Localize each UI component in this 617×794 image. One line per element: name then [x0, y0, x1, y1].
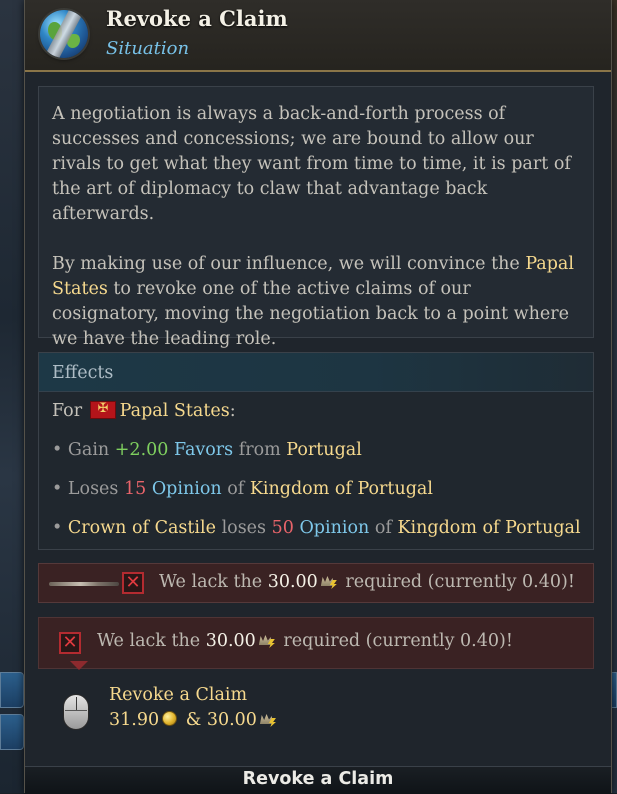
requirement-text: We lack the 30.00 required (currently 0.… [97, 631, 513, 651]
situation-tooltip-panel: Revoke a Claim Situation A negotiation i… [24, 0, 612, 794]
action-cost: 31.90 & 30.00 [109, 710, 279, 730]
panel-title: Revoke a Claim [106, 6, 288, 31]
globe-icon [40, 10, 88, 58]
country-link[interactable]: Portugal [286, 440, 362, 460]
description-paragraph: By making use of our influence, we will … [52, 254, 574, 349]
panel-header: Revoke a Claim Situation [25, 0, 611, 72]
background-side-button[interactable] [0, 672, 24, 708]
effects-header: Effects [39, 353, 593, 392]
effect-line: • Loses 15 Opinion of Kingdom of Portuga… [52, 479, 433, 499]
country-link[interactable]: Kingdom of Portugal [250, 479, 433, 499]
gold-coin-icon [162, 711, 178, 726]
action-button[interactable]: Revoke a Claim [25, 766, 611, 794]
background-side-button[interactable] [0, 714, 24, 750]
action-button-label: Revoke a Claim [242, 769, 394, 789]
warning-pointer-icon [70, 661, 88, 670]
failed-requirement-icon: ✕ [59, 632, 81, 654]
effect-line: • Crown of Castile loses 50 Opinion of K… [52, 518, 581, 538]
effect-line: • Gain +2.00 Favors from Portugal [52, 440, 362, 460]
panel-subtitle: Situation [106, 38, 190, 59]
failed-requirement-icon: ✕ [122, 572, 144, 594]
requirement-row: ✕ We lack the 30.00 required (currently … [38, 617, 594, 670]
left-click-mouse-icon [63, 694, 89, 730]
country-link[interactable]: Crown of Castile [68, 518, 216, 538]
country-link[interactable]: Papal States [120, 401, 230, 421]
country-link[interactable]: Kingdom of Portugal [397, 518, 580, 538]
influence-icon [320, 573, 338, 589]
influence-icon [259, 711, 277, 727]
description-box: A negotiation is always a back-and-forth… [38, 86, 594, 349]
effects-target-line: For Papal States: [52, 401, 236, 421]
effects-box: Effects For Papal States: • Gain +2.00 F… [38, 352, 594, 550]
scepter-icon [49, 582, 119, 586]
papal-states-flag-icon [89, 401, 116, 419]
requirement-text: We lack the 30.00 required (currently 0.… [159, 572, 575, 592]
action-title: Revoke a Claim [109, 685, 248, 705]
influence-icon [258, 632, 276, 648]
description-paragraph: A negotiation is always a back-and-forth… [52, 104, 571, 224]
requirement-row: ✕ We lack the 30.00 required (currently … [38, 563, 594, 603]
